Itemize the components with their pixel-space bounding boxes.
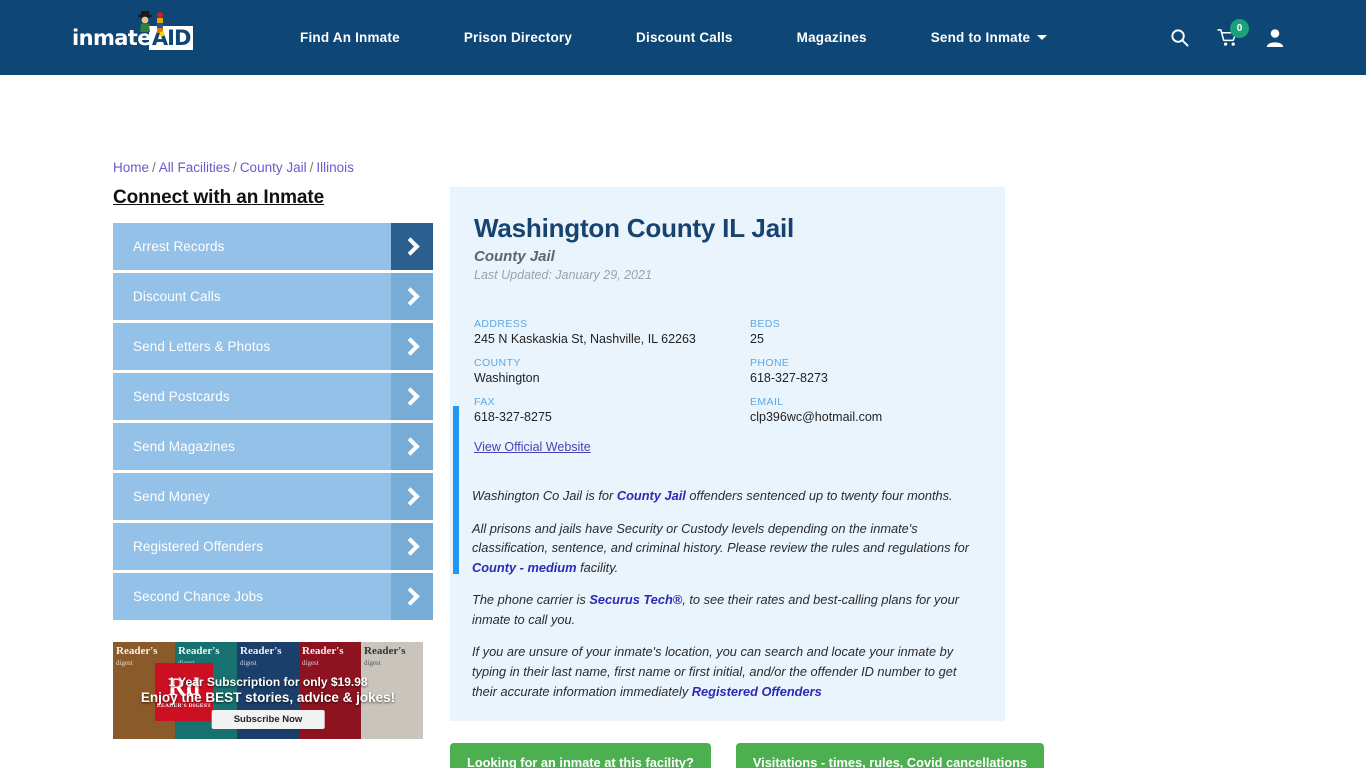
chevron-right-icon	[391, 573, 433, 620]
breadcrumb-item-county-jail[interactable]: County Jail	[240, 160, 307, 175]
info-value: 618-327-8275	[474, 410, 552, 424]
description-paragraph-2: All prisons and jails have Security or C…	[472, 519, 981, 578]
ad-overlay: Rd READER'S DIGEST 1 Year Subscription f…	[113, 642, 423, 739]
nav-item-send-to-inmate[interactable]: Send to Inmate	[899, 30, 1080, 45]
chevron-right-icon	[391, 373, 433, 420]
facility-panel: Washington County IL Jail County Jail La…	[450, 187, 1045, 768]
info-field-email: EMAIL clp396wc@hotmail.com	[750, 396, 1005, 424]
ad-subheadline: Enjoy the BEST stories, advice & jokes!	[140, 690, 396, 705]
sidebar-item-label: Registered Offenders	[133, 539, 264, 554]
chevron-right-icon	[391, 423, 433, 470]
nav-item-magazines[interactable]: Magazines	[765, 30, 899, 45]
info-label: PHONE	[750, 357, 790, 369]
description-paragraph-1: Washington Co Jail is for County Jail of…	[472, 486, 981, 506]
ad-headline: 1 Year Subscription for only $19.98	[168, 675, 368, 689]
sidebar-item-label: Second Chance Jobs	[133, 589, 264, 604]
search-icon[interactable]	[1170, 28, 1189, 47]
info-field-phone: PHONE 618-327-8273	[750, 357, 1005, 385]
ad-subscribe-button[interactable]: Subscribe Now	[211, 710, 325, 729]
sidebar-item-send-postcards[interactable]: Send Postcards	[113, 373, 433, 420]
info-field-beds: BEDS 25	[750, 318, 1005, 346]
chevron-right-icon	[391, 223, 433, 270]
desc-text: All prisons and jails have Security or C…	[472, 520, 969, 556]
sidebar-item-label: Discount Calls	[133, 289, 221, 304]
visitations-button[interactable]: Visitations - times, rules, Covid cancel…	[735, 743, 1045, 768]
cart-count-badge: 0	[1230, 19, 1249, 38]
info-label: ADDRESS	[474, 318, 528, 330]
main-navigation: Find An Inmate Prison Directory Discount…	[268, 30, 1079, 45]
info-label: BEDS	[750, 318, 781, 330]
sidebar-item-label: Send Magazines	[133, 439, 235, 454]
advertisement-banner[interactable]: Reader's digest Reader's digest Reader's…	[113, 642, 423, 739]
desc-text: offenders sentenced up to twenty four mo…	[685, 488, 953, 503]
site-header: inmate AID Find An Inmate Prison Director…	[0, 0, 1366, 75]
breadcrumb-separator: /	[309, 160, 314, 175]
sidebar-item-send-magazines[interactable]: Send Magazines	[113, 423, 433, 470]
view-official-website-link[interactable]: View Official Website	[474, 440, 591, 454]
sidebar-item-send-letters-photos[interactable]: Send Letters & Photos	[113, 323, 433, 370]
breadcrumb-item-illinois[interactable]: Illinois	[316, 160, 354, 175]
breadcrumb-item-home[interactable]: Home	[113, 160, 149, 175]
sidebar-title: Connect with an Inmate	[113, 187, 325, 208]
sidebar-item-label: Send Letters & Photos	[133, 339, 271, 354]
desc-text: The phone carrier is	[472, 592, 590, 608]
facility-type: County Jail	[474, 248, 555, 265]
sidebar-item-label: Send Postcards	[133, 389, 230, 404]
info-field-address: ADDRESS 245 N Kaskaskia St, Nashville, I…	[474, 318, 750, 346]
chevron-right-icon	[391, 273, 433, 320]
desc-text: Washington Co Jail is for	[472, 488, 617, 503]
facility-info-grid: ADDRESS 245 N Kaskaskia St, Nashville, I…	[450, 318, 1005, 424]
chevron-right-icon	[391, 473, 433, 520]
page-body: Home / All Facilities / County Jail / Illinois…	[0, 75, 1366, 768]
sidebar: Connect with an Inmate Arrest Records Di…	[113, 187, 433, 623]
sidebar-item-send-money[interactable]: Send Money	[113, 473, 433, 520]
breadcrumb-separator: /	[152, 160, 156, 175]
sidebar-item-second-chance-jobs[interactable]: Second Chance Jobs	[113, 573, 433, 620]
sidebar-item-label: Arrest Records	[133, 239, 225, 254]
info-value: 618-327-8273	[750, 371, 828, 385]
nav-item-find-an-inmate[interactable]: Find An Inmate	[268, 30, 432, 45]
last-updated-text: Last Updated: January 29, 2021	[474, 268, 652, 282]
facility-header: Washington County IL Jail County Jail La…	[450, 187, 1005, 300]
nav-item-prison-directory[interactable]: Prison Directory	[432, 30, 604, 45]
info-value: 25	[750, 332, 764, 346]
desc-link-registered-offenders[interactable]: Registered Offenders	[692, 684, 822, 699]
facility-description: Washington Co Jail is for County Jail of…	[450, 472, 1005, 722]
info-value: 245 N Kaskaskia St, Nashville, IL 62263	[474, 332, 696, 346]
nav-item-discount-calls[interactable]: Discount Calls	[604, 30, 765, 45]
info-field-fax: FAX 618-327-8275	[474, 396, 750, 424]
desc-link-county-jail[interactable]: County Jail	[617, 488, 686, 503]
breadcrumb-separator: /	[233, 160, 237, 175]
user-icon[interactable]	[1266, 28, 1284, 47]
cart-icon[interactable]: 0	[1217, 19, 1249, 47]
description-paragraph-3: The phone carrier is Securus Tech®, to s…	[472, 590, 981, 629]
chevron-right-icon	[391, 523, 433, 570]
accent-bar	[453, 406, 459, 574]
header-actions: 0	[1170, 19, 1342, 47]
info-field-county: COUNTY Washington	[474, 357, 750, 385]
mascot-icon	[138, 10, 165, 36]
info-label: EMAIL	[750, 396, 784, 408]
sidebar-item-arrest-records[interactable]: Arrest Records	[113, 223, 433, 270]
breadcrumb: Home / All Facilities / County Jail / Illinois	[113, 160, 354, 175]
sidebar-item-registered-offenders[interactable]: Registered Offenders	[113, 523, 433, 570]
cta-button-row: Looking for an inmate at this facility? …	[450, 743, 1045, 768]
info-value: Washington	[474, 371, 540, 385]
desc-link-securus-tech[interactable]: Securus Tech®	[589, 592, 682, 607]
breadcrumb-item-all-facilities[interactable]: All Facilities	[159, 160, 230, 175]
description-paragraph-4: If you are unsure of your inmate's locat…	[472, 642, 981, 701]
info-value: clp396wc@hotmail.com	[750, 410, 883, 424]
info-label: FAX	[474, 396, 496, 408]
desc-link-county-medium[interactable]: County - medium	[472, 560, 577, 575]
sidebar-item-label: Send Money	[133, 489, 210, 504]
sidebar-item-discount-calls[interactable]: Discount Calls	[113, 273, 433, 320]
desc-text: facility.	[576, 559, 619, 575]
find-inmate-button[interactable]: Looking for an inmate at this facility?	[450, 743, 711, 768]
page-title: Washington County IL Jail	[474, 213, 795, 243]
info-label: COUNTY	[474, 357, 521, 369]
facility-info-block: ADDRESS 245 N Kaskaskia St, Nashville, I…	[450, 300, 1005, 574]
chevron-right-icon	[391, 323, 433, 370]
site-logo[interactable]: inmate AID	[72, 10, 194, 60]
